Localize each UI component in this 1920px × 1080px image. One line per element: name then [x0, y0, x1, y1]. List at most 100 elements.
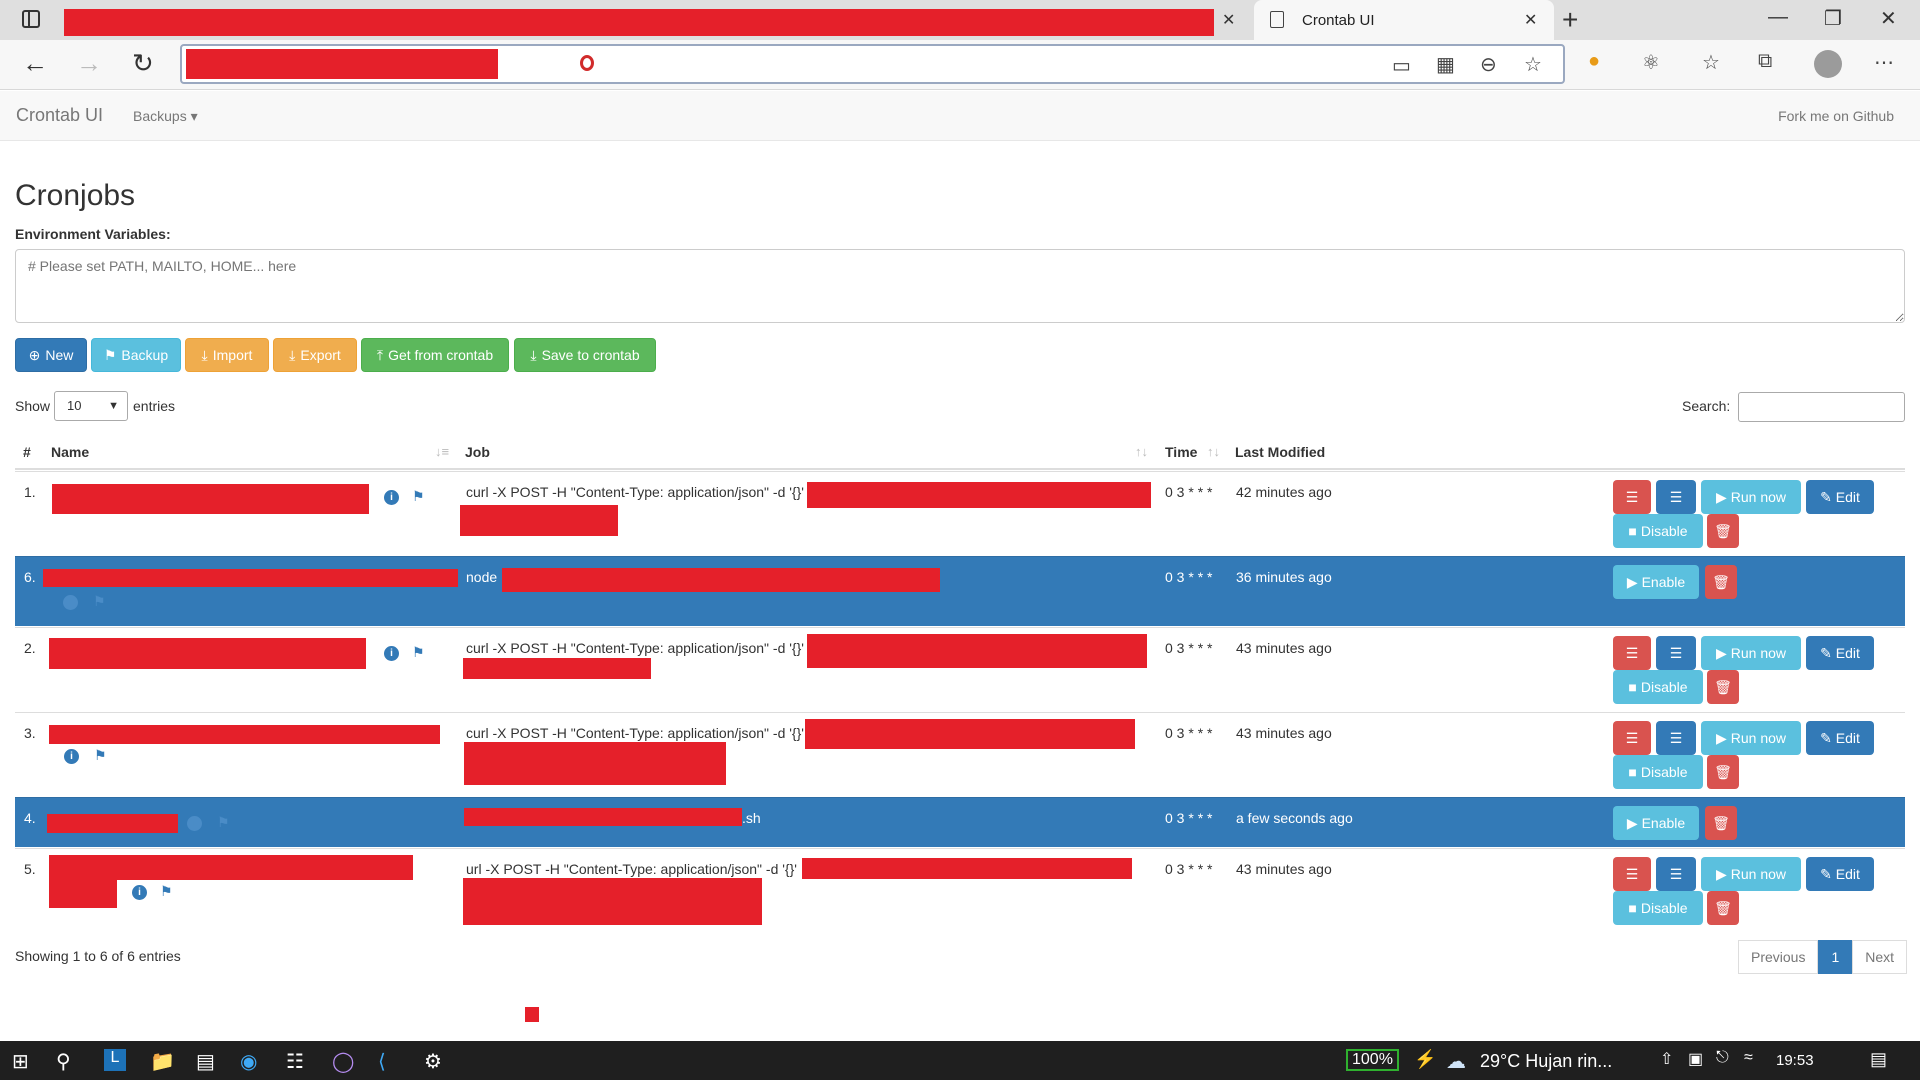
network-app-icon[interactable]: ☷ [286, 1049, 304, 1074]
battery-indicator[interactable]: 100% [1346, 1049, 1399, 1071]
extensions-icon[interactable]: ⚛ [1642, 50, 1660, 75]
refresh-icon[interactable]: ↻ [132, 48, 154, 79]
page-1-button[interactable]: 1 [1818, 940, 1853, 974]
brand[interactable]: Crontab UI [16, 105, 103, 126]
flag-icon[interactable]: ⚑ [412, 488, 425, 505]
disable-button[interactable]: ■ Disable [1613, 670, 1703, 704]
delete-button[interactable]: 🗑 [1707, 755, 1739, 789]
forward-icon[interactable]: → [76, 48, 102, 79]
clock[interactable]: 19:53 [1776, 1052, 1814, 1069]
info-icon[interactable]: i [132, 885, 147, 900]
info-icon[interactable]: i [64, 749, 79, 764]
file-explorer-icon[interactable]: 📁 [150, 1049, 175, 1074]
vscode-icon[interactable]: ⟨ [378, 1049, 386, 1074]
wifi-icon[interactable]: ≈ [1744, 1049, 1753, 1067]
rewards-icon[interactable]: ● [1588, 50, 1600, 73]
info-icon[interactable]: i [187, 816, 202, 831]
edit-button[interactable]: ✎ Edit [1806, 636, 1874, 670]
window-close-icon[interactable]: ✕ [1880, 6, 1897, 31]
log-button[interactable]: ☰ [1613, 857, 1651, 891]
menu-icon[interactable]: ⋯ [1874, 50, 1894, 75]
stdout-button[interactable]: ☰ [1656, 636, 1696, 670]
col-name[interactable]: Name [51, 444, 89, 460]
get-from-crontab-button[interactable]: ⤒ Get from crontab [361, 338, 509, 372]
device-icon[interactable]: ▭ [1392, 53, 1411, 78]
info-icon[interactable]: i [384, 646, 399, 661]
zoom-icon[interactable]: ⊖ [1480, 52, 1497, 77]
search-input[interactable] [1738, 392, 1905, 422]
minimize-icon[interactable]: — [1768, 6, 1788, 29]
log-button[interactable]: ☰ [1613, 636, 1651, 670]
edit-button[interactable]: ✎ Edit [1806, 721, 1874, 755]
search-icon[interactable]: ⚲ [56, 1049, 71, 1074]
close-tab-icon[interactable]: ✕ [1222, 10, 1235, 30]
previous-button[interactable]: Previous [1738, 940, 1819, 974]
export-button[interactable]: ⤓ Export [273, 338, 357, 372]
flag-icon[interactable]: ⚑ [412, 644, 425, 661]
restore-icon[interactable]: ❐ [1824, 6, 1842, 31]
sort-desc-icon[interactable]: ↓≡ [435, 444, 449, 459]
log-button[interactable]: ☰ [1613, 480, 1651, 514]
edit-button[interactable]: ✎ Edit [1806, 480, 1874, 514]
settings-gear-icon[interactable]: ⚙ [424, 1049, 442, 1074]
run-now-button[interactable]: ▶ Run now [1701, 480, 1801, 514]
enable-button[interactable]: ▶ Enable [1613, 565, 1699, 599]
tab-inactive[interactable]: ✕ [52, 0, 1252, 40]
run-now-button[interactable]: ▶ Run now [1701, 636, 1801, 670]
edit-button[interactable]: ✎ Edit [1806, 857, 1874, 891]
favorites-icon[interactable]: ☆ [1702, 50, 1720, 75]
cloud-icon[interactable]: ☁ [1446, 1049, 1466, 1074]
apps-icon[interactable]: ▦ [1436, 52, 1455, 77]
save-to-crontab-button[interactable]: ⤓ Save to crontab [514, 338, 656, 372]
profile-avatar[interactable] [1814, 50, 1842, 78]
backup-button[interactable]: ⚑ Backup [91, 338, 181, 372]
fork-link[interactable]: Fork me on Github [1778, 108, 1894, 124]
delete-button[interactable]: 🗑 [1707, 670, 1739, 704]
tab-actions-icon[interactable] [22, 10, 40, 28]
sort-icon[interactable]: ↑↓ [1135, 444, 1148, 459]
enable-button[interactable]: ▶ Enable [1613, 806, 1699, 840]
close-tab-icon[interactable]: ✕ [1524, 10, 1537, 30]
microphone-icon[interactable]: ⎋ [1716, 1049, 1729, 1067]
col-last-modified[interactable]: Last Modified [1235, 444, 1325, 460]
stdout-button[interactable]: ☰ [1656, 480, 1696, 514]
network-icon[interactable]: ⇧ [1660, 1049, 1673, 1069]
back-icon[interactable]: ← [22, 48, 48, 79]
new-tab-button[interactable]: + [1562, 4, 1578, 36]
disable-button[interactable]: ■ Disable [1613, 755, 1703, 789]
delete-button[interactable]: 🗑 [1707, 514, 1739, 548]
delete-button[interactable]: 🗑 [1705, 565, 1737, 599]
flag-icon[interactable]: ⚑ [93, 593, 106, 610]
flag-icon[interactable]: ⚑ [217, 814, 230, 831]
import-button[interactable]: ⤓ Import [185, 338, 269, 372]
app-l-icon[interactable]: L [104, 1049, 126, 1071]
edge-icon[interactable]: ◉ [240, 1049, 257, 1074]
run-now-button[interactable]: ▶ Run now [1701, 721, 1801, 755]
col-num[interactable]: # [23, 444, 31, 460]
run-now-button[interactable]: ▶ Run now [1701, 857, 1801, 891]
info-icon[interactable]: i [384, 490, 399, 505]
backups-menu[interactable]: Backups ▾ [133, 108, 198, 125]
delete-button[interactable]: 🗑 [1707, 891, 1739, 925]
col-job[interactable]: Job [465, 444, 490, 460]
tab-active[interactable]: Crontab UI ✕ [1254, 0, 1554, 40]
github-icon[interactable]: ◯ [332, 1049, 354, 1074]
address-bar[interactable]: ▭ ▦ ⊖ ☆ [180, 44, 1565, 84]
server-manager-icon[interactable]: ▤ [196, 1049, 215, 1074]
stdout-button[interactable]: ☰ [1656, 721, 1696, 755]
delete-button[interactable]: 🗑 [1705, 806, 1737, 840]
stdout-button[interactable]: ☰ [1656, 857, 1696, 891]
entries-select[interactable]: 10 ▼ [54, 391, 128, 421]
flag-icon[interactable]: ⚑ [94, 747, 107, 764]
favorite-add-icon[interactable]: ☆ [1524, 52, 1542, 77]
next-button[interactable]: Next [1852, 940, 1908, 974]
disable-button[interactable]: ■ Disable [1613, 891, 1703, 925]
camera-icon[interactable]: ▣ [1688, 1049, 1703, 1069]
collections-icon[interactable]: ⧉ [1758, 50, 1772, 73]
sort-icon[interactable]: ↑↓ [1207, 444, 1220, 459]
log-button[interactable]: ☰ [1613, 721, 1651, 755]
flag-icon[interactable]: ⚑ [160, 883, 173, 900]
notification-icon[interactable]: ▤ [1870, 1049, 1887, 1070]
weather-text[interactable]: 29°C Hujan rin... [1480, 1051, 1612, 1072]
windows-start-icon[interactable]: ⊞ [12, 1049, 29, 1074]
